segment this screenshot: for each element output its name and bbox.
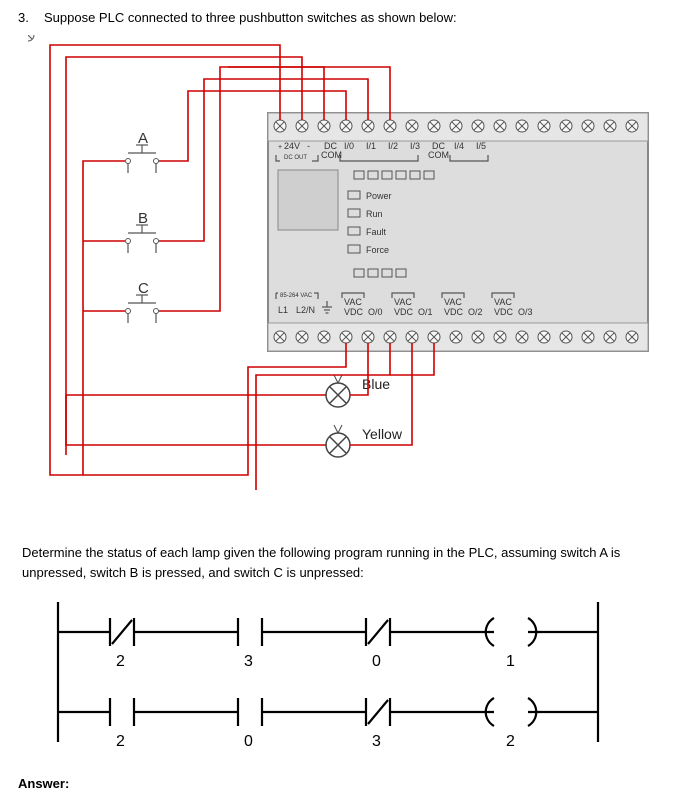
svg-text:Yellow: Yellow bbox=[362, 426, 403, 442]
svg-text:2: 2 bbox=[116, 653, 125, 670]
label-o0: O/0 bbox=[368, 307, 383, 317]
label-vdc3: VDC bbox=[494, 307, 514, 317]
label-o2: O/2 bbox=[468, 307, 483, 317]
label-24v: 24V bbox=[284, 141, 300, 151]
instruction-text: Determine the status of each lamp given … bbox=[22, 543, 657, 582]
svg-text:2: 2 bbox=[116, 733, 125, 750]
label-i1: I/1 bbox=[366, 141, 376, 151]
plc-status-force: Force bbox=[366, 245, 389, 255]
label-vac0: VAC bbox=[344, 297, 362, 307]
svg-text:0: 0 bbox=[372, 653, 381, 670]
label-i5: I/5 bbox=[476, 141, 486, 151]
label-i4: I/4 bbox=[454, 141, 464, 151]
plc-status-fault: Fault bbox=[366, 227, 387, 237]
label-l2n: L2/N bbox=[296, 305, 315, 315]
svg-text:3: 3 bbox=[244, 653, 253, 670]
switch-a: A bbox=[126, 130, 159, 173]
plc-status-power: Power bbox=[366, 191, 392, 201]
label-vac1: VAC bbox=[394, 297, 412, 307]
label-com2: COM bbox=[428, 150, 449, 160]
question-prompt: Suppose PLC connected to three pushbutto… bbox=[44, 10, 457, 25]
svg-text:-: - bbox=[307, 141, 310, 151]
lamp-blue: Blue bbox=[326, 375, 390, 407]
svg-text:0: 0 bbox=[244, 733, 253, 750]
svg-text:Blue: Blue bbox=[362, 376, 390, 392]
label-i0: I/0 bbox=[344, 141, 354, 151]
label-i3: I/3 bbox=[410, 141, 420, 151]
label-o3: O/3 bbox=[518, 307, 533, 317]
label-vac2: VAC bbox=[444, 297, 462, 307]
label-dcout: DC OUT bbox=[284, 155, 307, 161]
question-number: 3. bbox=[18, 10, 36, 25]
wiring-diagram: + 24V - DC OUT DC COM I/0 I/1 I/2 I/3 DC… bbox=[28, 35, 661, 525]
label-vac-range: 85-264 VAC bbox=[280, 293, 313, 299]
lamp-yellow: Yellow bbox=[326, 425, 403, 457]
answer-label: Answer: bbox=[18, 776, 661, 791]
label-vac3: VAC bbox=[494, 297, 512, 307]
label-vdc2: VDC bbox=[444, 307, 464, 317]
question-header: 3. Suppose PLC connected to three pushbu… bbox=[18, 10, 661, 25]
svg-text:1: 1 bbox=[506, 653, 515, 670]
svg-text:2: 2 bbox=[506, 733, 515, 750]
switch-c: C bbox=[126, 280, 159, 323]
ladder-diagram: 2 3 0 1 2 0 3 bbox=[18, 582, 661, 762]
svg-text:3: 3 bbox=[372, 733, 381, 750]
label-l1: L1 bbox=[278, 305, 288, 315]
label-i2: I/2 bbox=[388, 141, 398, 151]
switch-b: B bbox=[126, 210, 159, 253]
label-o1: O/1 bbox=[418, 307, 433, 317]
svg-text:+: + bbox=[278, 144, 282, 151]
label-vdc1: VDC bbox=[394, 307, 414, 317]
plc-status-run: Run bbox=[366, 209, 383, 219]
label-vdc0: VDC bbox=[344, 307, 364, 317]
label-com1: COM bbox=[321, 150, 342, 160]
